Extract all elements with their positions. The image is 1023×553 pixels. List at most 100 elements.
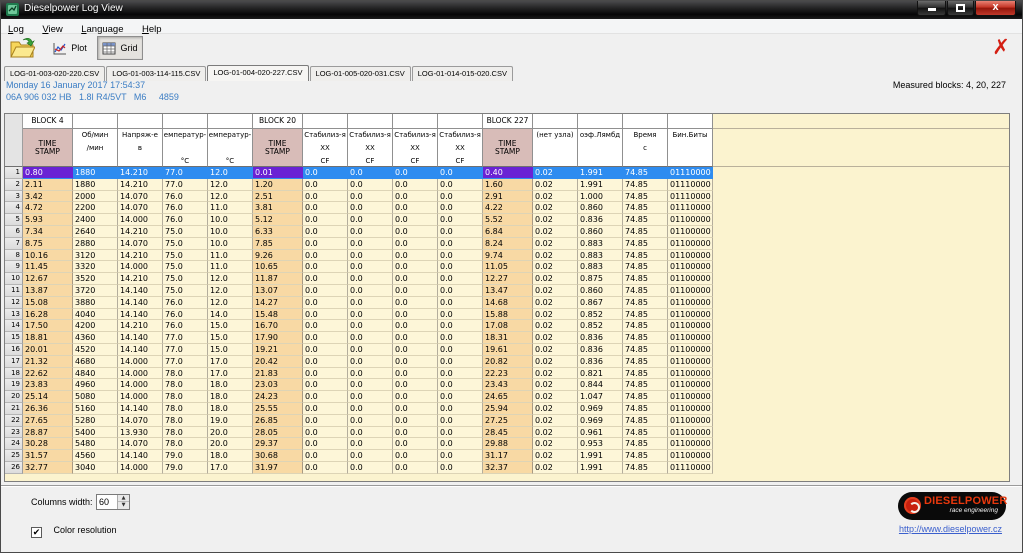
grid-cell[interactable]: 01100000	[668, 261, 713, 274]
row-number[interactable]: 3	[5, 190, 23, 203]
grid-cell[interactable]: 27.65	[23, 414, 73, 427]
grid-cell[interactable]: 0.0	[303, 391, 348, 403]
grid-cell[interactable]: 74.85	[623, 426, 668, 439]
grid-cell[interactable]: 32.37	[483, 461, 533, 474]
grid-cell[interactable]: 79.0	[163, 461, 208, 474]
grid-cell[interactable]: 01110000	[668, 461, 713, 474]
grid-cell[interactable]: 0.0	[303, 296, 348, 309]
grid-cell[interactable]: 4680	[73, 355, 118, 368]
grid-cell[interactable]: 01100000	[668, 249, 713, 262]
grid-cell[interactable]: 0.0	[438, 261, 483, 274]
grid-cell[interactable]: 5280	[73, 414, 118, 427]
grid-cell[interactable]: 0.0	[303, 332, 348, 344]
grid-cell[interactable]: 14.000	[118, 379, 163, 392]
grid-cell[interactable]: 74.85	[623, 391, 668, 403]
grid-cell[interactable]: 0.836	[578, 214, 623, 226]
grid-cell[interactable]: 78.0	[163, 402, 208, 415]
grid-cell[interactable]: 0.0	[438, 237, 483, 250]
grid-cell[interactable]: 15.88	[483, 308, 533, 321]
grid-cell[interactable]: 0.02	[533, 355, 578, 368]
grid-cell[interactable]: 0.961	[578, 426, 623, 439]
grid-cell[interactable]: 22.23	[483, 367, 533, 380]
grid-cell[interactable]: 01110000	[668, 178, 713, 191]
grid-cell[interactable]: 0.836	[578, 332, 623, 344]
grid-cell[interactable]: 0.02	[533, 343, 578, 356]
grid-cell[interactable]: 0.0	[348, 167, 393, 179]
row-number[interactable]: 6	[5, 225, 23, 238]
grid-cell[interactable]: 15.48	[253, 308, 303, 321]
grid-cell[interactable]: 0.0	[303, 461, 348, 474]
row-number[interactable]: 16	[5, 343, 23, 356]
row-number[interactable]: 4	[5, 202, 23, 215]
grid-cell[interactable]: 1.60	[483, 178, 533, 191]
grid-cell[interactable]: 27.25	[483, 414, 533, 427]
grid-cell[interactable]: 0.0	[303, 414, 348, 427]
stepper-up-icon[interactable]: ▲	[118, 495, 129, 502]
grid-cell[interactable]: 10.65	[253, 261, 303, 274]
grid-cell[interactable]: 74.85	[623, 379, 668, 392]
grid-cell[interactable]: 0.02	[533, 225, 578, 238]
grid-cell[interactable]: 0.0	[438, 391, 483, 403]
grid-cell[interactable]: 6.33	[253, 225, 303, 238]
grid-cell[interactable]: 0.0	[393, 438, 438, 451]
grid-cell[interactable]: 0.0	[303, 214, 348, 226]
grid-cell[interactable]: 5.12	[253, 214, 303, 226]
grid-cell[interactable]: 13.47	[483, 284, 533, 297]
grid-cell[interactable]: 2200	[73, 202, 118, 215]
grid-cell[interactable]: 0.0	[438, 320, 483, 333]
grid-cell[interactable]: 0.0	[348, 273, 393, 285]
grid-cell[interactable]: 1.20	[253, 178, 303, 191]
grid-cell[interactable]: 0.02	[533, 320, 578, 333]
grid-cell[interactable]: 24.23	[253, 391, 303, 403]
grid-cell[interactable]: 0.0	[348, 332, 393, 344]
grid-cell[interactable]: 5480	[73, 438, 118, 451]
grid-cell[interactable]: 0.0	[303, 367, 348, 380]
grid-cell[interactable]: 01100000	[668, 273, 713, 285]
grid-cell[interactable]: 6.84	[483, 225, 533, 238]
grid-cell[interactable]: 12.67	[23, 273, 73, 285]
grid-cell[interactable]: 32.77	[23, 461, 73, 474]
grid-cell[interactable]: 12.0	[208, 178, 253, 191]
grid-cell[interactable]: 0.0	[393, 202, 438, 215]
grid-cell[interactable]: 7.85	[253, 237, 303, 250]
grid-cell[interactable]: 74.85	[623, 414, 668, 427]
grid-cell[interactable]: 14.070	[118, 202, 163, 215]
grid-cell[interactable]: 77.0	[163, 167, 208, 179]
grid-cell[interactable]: 1.991	[578, 450, 623, 462]
grid-cell[interactable]: 14.140	[118, 450, 163, 462]
grid-cell[interactable]: 01100000	[668, 367, 713, 380]
grid-cell[interactable]: 0.0	[438, 367, 483, 380]
grid-cell[interactable]: 0.883	[578, 261, 623, 274]
grid-cell[interactable]: 23.43	[483, 379, 533, 392]
grid-cell[interactable]: 1880	[73, 178, 118, 191]
grid-cell[interactable]: 5400	[73, 426, 118, 439]
grid-cell[interactable]: 18.0	[208, 450, 253, 462]
grid-cell[interactable]: 25.14	[23, 391, 73, 403]
row-number[interactable]: 24	[5, 438, 23, 451]
grid-cell[interactable]: 19.0	[208, 414, 253, 427]
grid-cell[interactable]: 0.0	[348, 202, 393, 215]
grid-cell[interactable]: 7.34	[23, 225, 73, 238]
grid-cell[interactable]: 0.0	[438, 214, 483, 226]
grid-cell[interactable]: 0.0	[438, 332, 483, 344]
grid-cell[interactable]: 14.070	[118, 190, 163, 203]
grid-cell[interactable]: 0.844	[578, 379, 623, 392]
grid-cell[interactable]: 4520	[73, 343, 118, 356]
grid-cell[interactable]: 21.32	[23, 355, 73, 368]
grid-cell[interactable]: 74.85	[623, 355, 668, 368]
grid-cell[interactable]: 01100000	[668, 296, 713, 309]
grid-cell[interactable]: 01100000	[668, 214, 713, 226]
grid-cell[interactable]: 0.0	[438, 461, 483, 474]
grid-cell[interactable]: 0.0	[303, 402, 348, 415]
grid-cell[interactable]: 78.0	[163, 379, 208, 392]
grid-cell[interactable]: 0.0	[393, 367, 438, 380]
grid-cell[interactable]: 14.210	[118, 320, 163, 333]
grid-cell[interactable]: 01110000	[668, 202, 713, 215]
grid-cell[interactable]: 25.55	[253, 402, 303, 415]
grid-cell[interactable]: 11.0	[208, 261, 253, 274]
grid-cell[interactable]: 0.0	[348, 190, 393, 203]
grid-cell[interactable]: 14.070	[118, 237, 163, 250]
row-number[interactable]: 9	[5, 261, 23, 274]
grid-cell[interactable]: 0.0	[393, 237, 438, 250]
grid-cell[interactable]: 0.0	[303, 438, 348, 451]
